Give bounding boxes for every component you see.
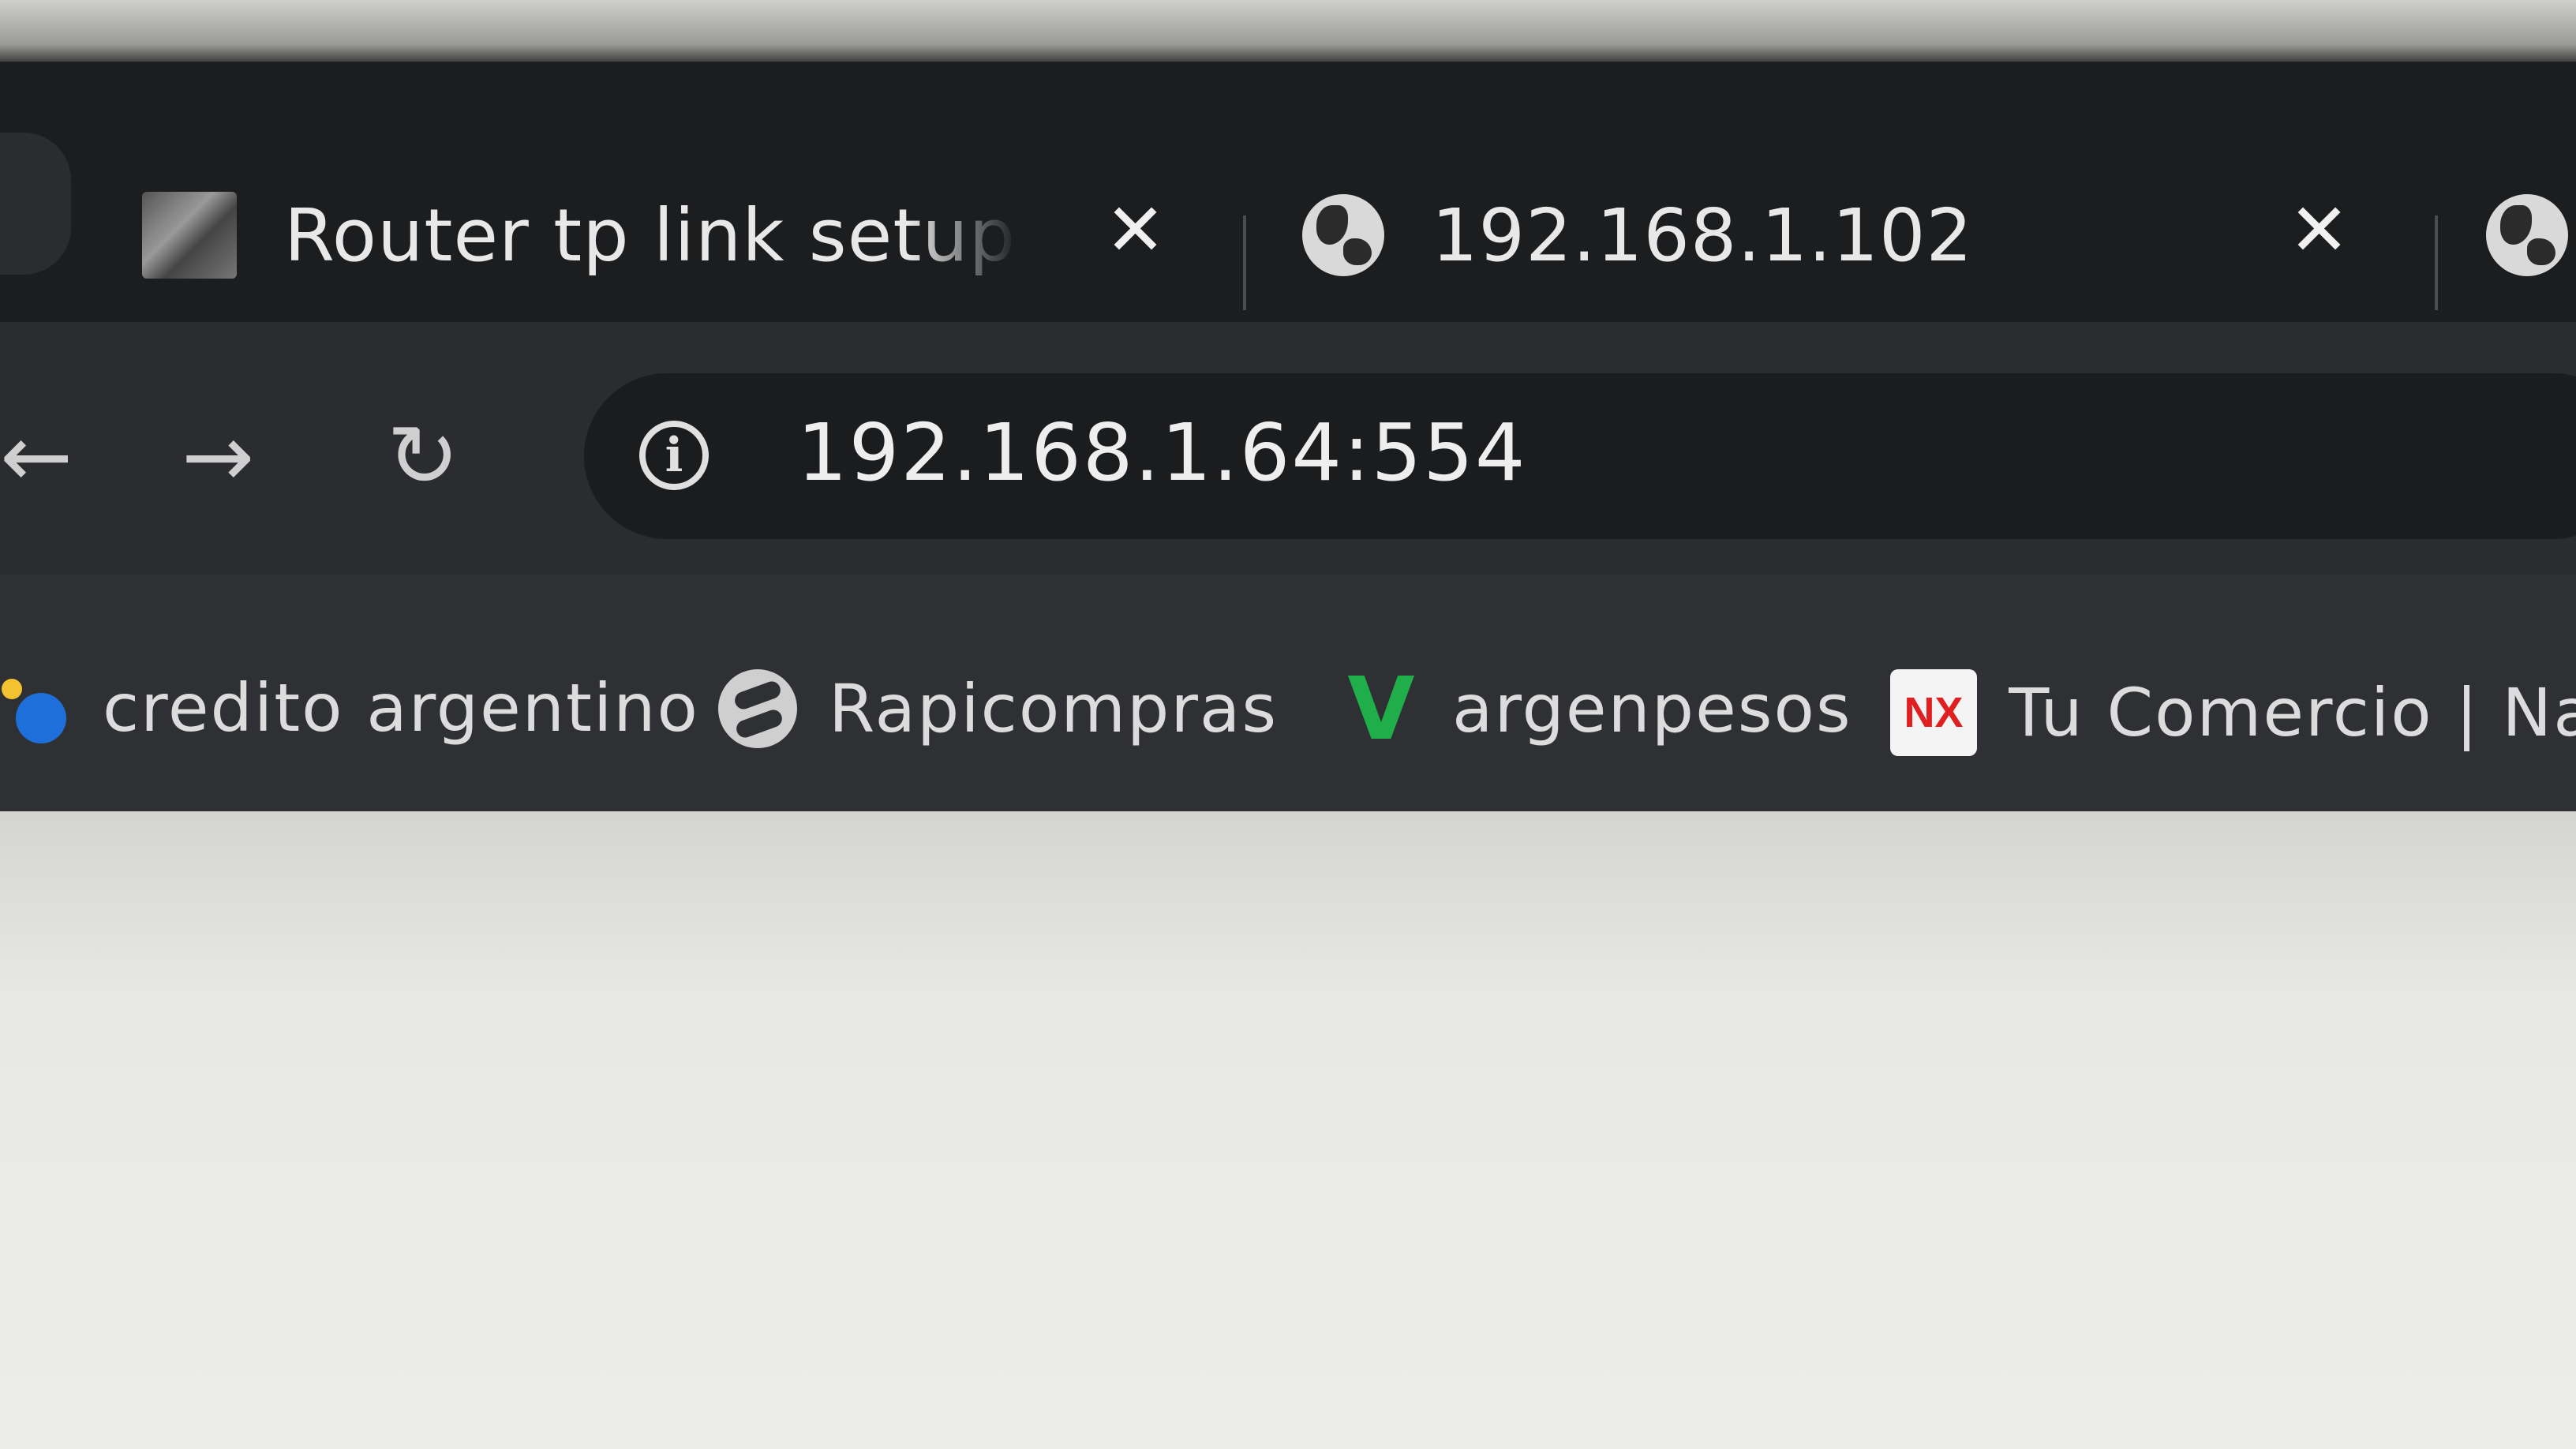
reload-button[interactable]: ↻	[387, 413, 459, 500]
bookmark-argenpesos[interactable]: V argenpesos	[1342, 658, 1852, 759]
bookmark-tu-comercio[interactable]: NX Tu Comercio | Na	[1890, 669, 2576, 756]
tab-router-setup[interactable]: Router tp link setup | In ✕	[142, 180, 1168, 290]
page-content[interactable]	[0, 811, 2576, 1449]
bookmark-label: argenpesos	[1452, 670, 1852, 747]
close-icon[interactable]: ✕	[2289, 188, 2349, 272]
monitor-bezel	[0, 0, 2576, 63]
navigation-toolbar: ← → ↻ i 192.168.1.64:554	[0, 322, 2576, 575]
page-thumbnail-icon	[142, 192, 237, 279]
tab-title: 192.168.1.102	[1432, 193, 1974, 278]
browser-window: Router tp link setup | In ✕ 192.168.1.10…	[0, 62, 2576, 1449]
close-icon[interactable]: ✕	[1105, 188, 1166, 272]
globe-icon	[2486, 194, 2568, 276]
bookmark-credito-argentino[interactable]: credito argentino	[0, 669, 699, 747]
bookmarks-bar: credito argentino Rapicompras V argenpes…	[0, 575, 2576, 811]
info-icon[interactable]: i	[639, 421, 709, 490]
bookmark-label: Tu Comercio | Na	[2009, 674, 2576, 751]
url-text[interactable]: 192.168.1.64:554	[797, 406, 1527, 499]
address-bar[interactable]: i 192.168.1.64:554	[584, 373, 2576, 539]
swirl-icon	[718, 669, 797, 748]
tab-next-edge[interactable]	[2486, 180, 2576, 290]
tab-title: Router tp link setup | In	[284, 193, 1018, 278]
bookmark-label: credito argentino	[103, 669, 699, 747]
bookmark-label: Rapicompras	[829, 670, 1279, 747]
tab-strip: Router tp link setup | In ✕ 192.168.1.10…	[0, 62, 2576, 322]
bookmark-rapicompras[interactable]: Rapicompras	[718, 669, 1278, 748]
blue-circle-icon	[0, 672, 71, 743]
tab-separator	[1243, 215, 1246, 310]
nx-icon: NX	[1890, 669, 1977, 756]
forward-button[interactable]: →	[182, 413, 254, 500]
tab-separator	[2435, 215, 2438, 310]
globe-icon	[1302, 194, 1384, 276]
back-button[interactable]: ←	[0, 413, 73, 500]
tab-previous-edge[interactable]	[0, 133, 71, 275]
green-v-icon: V	[1347, 658, 1415, 759]
tab-ip-address[interactable]: 192.168.1.102 ✕	[1302, 180, 2391, 290]
